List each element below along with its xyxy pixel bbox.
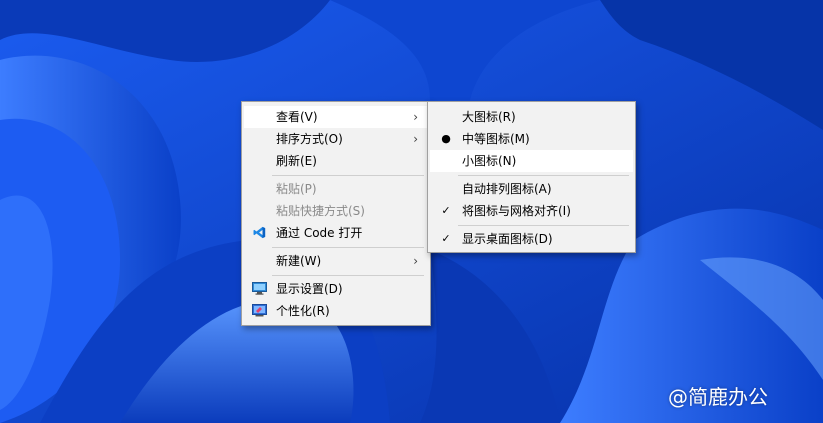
menu-item-label: 将图标与网格对齐(I) bbox=[462, 204, 571, 218]
menu-item-view[interactable]: 查看(V) › bbox=[244, 106, 428, 128]
menu-item-refresh[interactable]: 刷新(E) bbox=[244, 150, 428, 172]
menu-item-label: 新建(W) bbox=[276, 254, 322, 268]
menu-item-paste-shortcut: 粘贴快捷方式(S) bbox=[244, 200, 428, 222]
menu-item-label: 显示设置(D) bbox=[276, 282, 343, 296]
submenu-item-large-icons[interactable]: 大图标(R) bbox=[430, 106, 633, 128]
vscode-icon bbox=[253, 226, 266, 239]
menu-item-sort-by[interactable]: 排序方式(O) › bbox=[244, 128, 428, 150]
watermark: @简鹿办公 bbox=[668, 381, 768, 410]
menu-item-label: 中等图标(M) bbox=[462, 132, 530, 146]
menu-divider bbox=[272, 247, 424, 248]
checkmark-icon: ✓ bbox=[441, 204, 451, 217]
chevron-right-icon: › bbox=[413, 254, 418, 268]
menu-item-label: 粘贴(P) bbox=[276, 182, 317, 196]
menu-item-label: 小图标(N) bbox=[462, 154, 517, 168]
menu-item-paste: 粘贴(P) bbox=[244, 178, 428, 200]
submenu-item-show-desktop-icons[interactable]: ✓ 显示桌面图标(D) bbox=[430, 228, 633, 250]
menu-item-new[interactable]: 新建(W) › bbox=[244, 250, 428, 272]
menu-item-label: 通过 Code 打开 bbox=[276, 226, 363, 240]
menu-item-label: 个性化(R) bbox=[276, 304, 330, 318]
desktop-context-menu: 查看(V) › 排序方式(O) › 刷新(E) 粘贴(P) 粘贴快捷方式(S) … bbox=[241, 101, 431, 326]
menu-item-display-settings[interactable]: 显示设置(D) bbox=[244, 278, 428, 300]
submenu-item-align-to-grid[interactable]: ✓ 将图标与网格对齐(I) bbox=[430, 200, 633, 222]
submenu-item-medium-icons[interactable]: ● 中等图标(M) bbox=[430, 128, 633, 150]
menu-divider bbox=[458, 225, 629, 226]
watermark-text: @简鹿办公 bbox=[668, 385, 768, 409]
menu-item-label: 自动排列图标(A) bbox=[462, 182, 552, 196]
checkmark-icon: ✓ bbox=[441, 232, 451, 245]
chevron-right-icon: › bbox=[413, 132, 418, 146]
menu-item-label: 粘贴快捷方式(S) bbox=[276, 204, 365, 218]
menu-item-label: 排序方式(O) bbox=[276, 132, 343, 146]
menu-item-open-with-code[interactable]: 通过 Code 打开 bbox=[244, 222, 428, 244]
menu-item-label: 查看(V) bbox=[276, 110, 318, 124]
menu-item-label: 显示桌面图标(D) bbox=[462, 232, 553, 246]
submenu-item-small-icons[interactable]: 小图标(N) bbox=[430, 150, 633, 172]
chevron-right-icon: › bbox=[413, 110, 418, 124]
menu-item-label: 刷新(E) bbox=[276, 154, 317, 168]
menu-divider bbox=[272, 275, 424, 276]
personalize-icon bbox=[252, 304, 267, 317]
menu-item-personalize[interactable]: 个性化(R) bbox=[244, 300, 428, 322]
menu-divider bbox=[272, 175, 424, 176]
menu-divider bbox=[458, 175, 629, 176]
radio-dot-icon: ● bbox=[441, 132, 451, 145]
display-settings-icon bbox=[252, 282, 267, 295]
submenu-item-auto-arrange[interactable]: 自动排列图标(A) bbox=[430, 178, 633, 200]
view-submenu: 大图标(R) ● 中等图标(M) 小图标(N) 自动排列图标(A) ✓ 将图标与… bbox=[427, 101, 636, 253]
menu-item-label: 大图标(R) bbox=[462, 110, 516, 124]
